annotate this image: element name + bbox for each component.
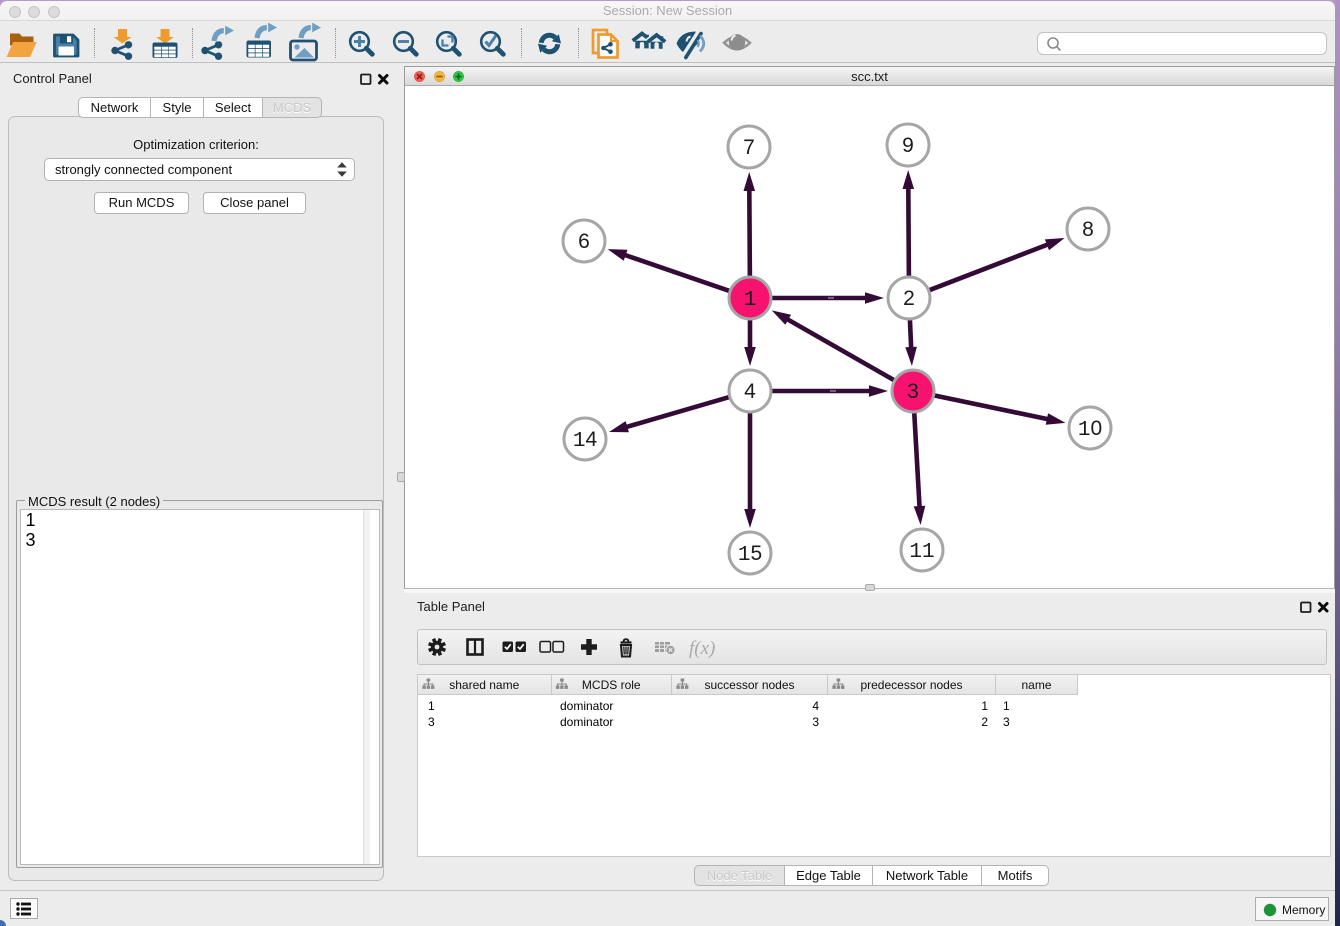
svg-text:6: 6 bbox=[578, 230, 590, 253]
svg-text:11: 11 bbox=[909, 541, 934, 564]
svg-text:2: 2 bbox=[903, 287, 915, 310]
svg-text:3: 3 bbox=[907, 380, 919, 403]
svg-text:7: 7 bbox=[743, 136, 755, 159]
svg-text:9: 9 bbox=[902, 134, 914, 157]
svg-text:14: 14 bbox=[573, 428, 598, 453]
svg-text:4: 4 bbox=[744, 380, 756, 403]
svg-text:15: 15 bbox=[738, 542, 762, 567]
svg-text:1: 1 bbox=[744, 289, 757, 312]
svg-text:10: 10 bbox=[1078, 417, 1102, 442]
svg-text:f(x): f(x) bbox=[689, 638, 715, 659]
svg-text:8: 8 bbox=[1082, 218, 1094, 241]
